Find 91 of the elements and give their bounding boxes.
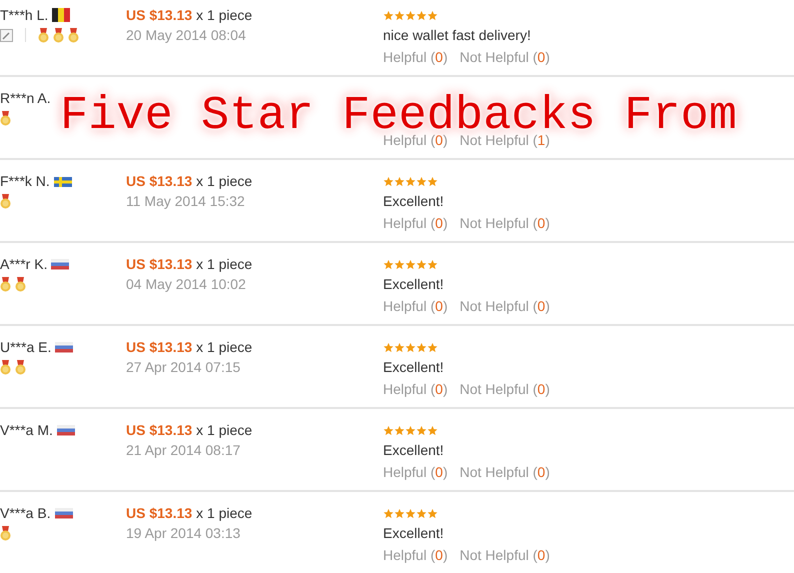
helpful-link[interactable]: Helpful (0) bbox=[383, 298, 448, 314]
buyer-name: T***h L. bbox=[0, 7, 48, 23]
star-icon bbox=[427, 10, 438, 20]
buyer-name: V***a M. bbox=[0, 422, 53, 438]
helpful-link[interactable]: Helpful (0) bbox=[383, 132, 448, 148]
quantity: x 1 piece bbox=[196, 7, 252, 23]
medal-icon bbox=[53, 28, 64, 42]
star-icon bbox=[427, 508, 438, 518]
helpful-link[interactable]: Helpful (0) bbox=[383, 215, 448, 231]
star-icon bbox=[383, 508, 394, 518]
not-helpful-link[interactable]: Not Helpful (0) bbox=[460, 215, 550, 231]
flag-icon bbox=[51, 257, 70, 271]
quantity: x 1 piece bbox=[196, 256, 252, 272]
flag-icon bbox=[56, 423, 75, 437]
flag-icon bbox=[52, 8, 70, 22]
feedback-date: 19 Apr 2014 03:13 bbox=[126, 525, 240, 541]
quantity: x 1 piece bbox=[196, 339, 252, 355]
star-icon bbox=[394, 176, 405, 186]
price: US $13.13 bbox=[126, 505, 192, 521]
price: US $13.13 bbox=[126, 7, 192, 23]
helpful-link[interactable]: Helpful (0) bbox=[383, 381, 448, 397]
quantity: x 1 piece bbox=[196, 173, 252, 189]
feedback-comment: Excellent! bbox=[383, 193, 444, 209]
star-icon bbox=[394, 10, 405, 20]
star-icon bbox=[405, 508, 416, 518]
star-icon bbox=[427, 342, 438, 352]
buyer-name: F***k N. bbox=[0, 173, 50, 189]
feedback-comment: nice wallet fast delivery! bbox=[383, 27, 531, 43]
star-icon bbox=[427, 176, 438, 186]
buyer-name: V***a B. bbox=[0, 505, 51, 521]
feedback-date: 21 Apr 2014 08:17 bbox=[126, 442, 240, 458]
medal-icon bbox=[0, 360, 11, 374]
feedback-date: 04 May 2014 10:02 bbox=[126, 276, 246, 292]
price: US $13.13 bbox=[126, 339, 192, 355]
flag-icon bbox=[54, 174, 72, 188]
medal-icon bbox=[15, 360, 26, 374]
star-icon bbox=[427, 258, 438, 270]
medal-icon bbox=[68, 28, 79, 42]
star-icon bbox=[416, 508, 427, 518]
not-helpful-link[interactable]: Not Helpful (0) bbox=[460, 547, 550, 563]
price: US $13.13 bbox=[126, 173, 192, 189]
flag-icon bbox=[55, 340, 74, 354]
quantity: x 1 piece bbox=[196, 422, 252, 438]
quantity: x 1 piece bbox=[196, 505, 252, 521]
feedback-date: 11 May 2014 15:32 bbox=[126, 193, 245, 209]
not-helpful-link[interactable]: Not Helpful (0) bbox=[460, 49, 550, 65]
feedback-comment: Excellent! bbox=[383, 442, 444, 458]
not-helpful-link[interactable]: Not Helpful (0) bbox=[460, 464, 550, 480]
feedback-comment: Excellent! bbox=[383, 359, 444, 375]
not-helpful-link[interactable]: Not Helpful (0) bbox=[460, 298, 550, 314]
medal-icon bbox=[0, 276, 11, 292]
star-icon bbox=[405, 424, 416, 436]
buyer-name: U***a E. bbox=[0, 339, 52, 355]
star-icon bbox=[416, 258, 427, 270]
price: US $13.13 bbox=[126, 422, 192, 438]
star-icon bbox=[405, 342, 416, 352]
star-icon bbox=[383, 258, 394, 270]
star-icon bbox=[416, 10, 427, 20]
star-icon bbox=[394, 424, 405, 436]
helpful-link[interactable]: Helpful (0) bbox=[383, 49, 448, 65]
medal-icon bbox=[0, 194, 11, 208]
star-icon bbox=[383, 176, 394, 186]
star-icon bbox=[383, 424, 394, 436]
price: US $13.13 bbox=[126, 256, 192, 272]
star-icon bbox=[394, 342, 405, 352]
feedback-date: 27 Apr 2014 07:15 bbox=[126, 359, 240, 375]
medal-icon bbox=[0, 110, 11, 126]
star-icon bbox=[405, 176, 416, 186]
buyer-name: R***n A. bbox=[0, 90, 51, 106]
medal-icon bbox=[0, 526, 11, 540]
feedback-date: 20 May 2014 08:04 bbox=[126, 27, 246, 43]
flag-icon bbox=[54, 506, 73, 520]
medal-icon bbox=[15, 276, 26, 292]
star-icon bbox=[427, 424, 438, 436]
star-icon bbox=[416, 342, 427, 352]
star-icon bbox=[416, 424, 427, 436]
star-icon bbox=[394, 258, 405, 270]
not-helpful-link[interactable]: Not Helpful (1) bbox=[460, 132, 550, 148]
star-icon bbox=[405, 10, 416, 20]
helpful-link[interactable]: Helpful (0) bbox=[383, 547, 448, 563]
helpful-link[interactable]: Helpful (0) bbox=[383, 464, 448, 480]
star-icon bbox=[394, 508, 405, 518]
medal-icon bbox=[38, 28, 49, 42]
star-icon bbox=[383, 342, 394, 352]
not-helpful-link[interactable]: Not Helpful (0) bbox=[460, 381, 550, 397]
star-icon bbox=[383, 10, 394, 20]
star-icon bbox=[416, 176, 427, 186]
feedback-comment: Excellent! bbox=[383, 276, 444, 292]
buyer-name: A***r K. bbox=[0, 256, 48, 272]
star-icon bbox=[405, 258, 416, 270]
feedback-comment: Excellent! bbox=[383, 525, 444, 541]
